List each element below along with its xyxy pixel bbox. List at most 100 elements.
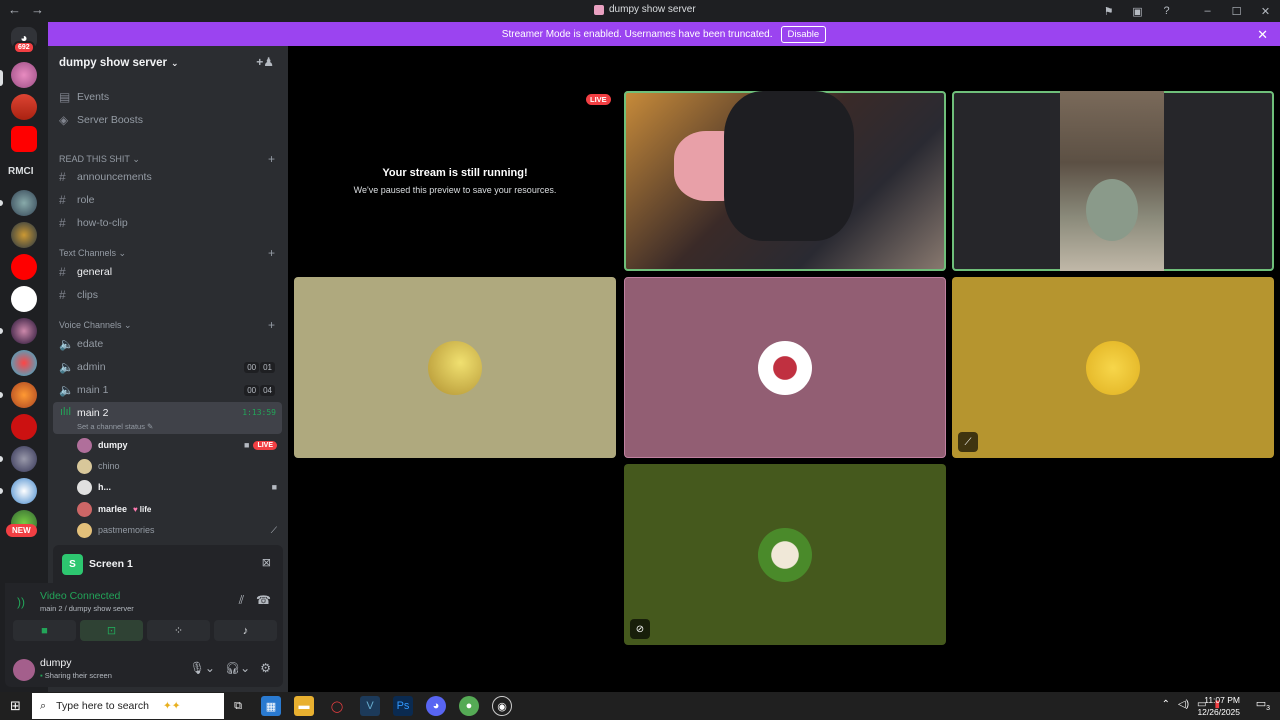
chevron-up-icon[interactable]: ⌃ xyxy=(1162,699,1170,710)
notifications-icon[interactable]: ▭3 xyxy=(1256,697,1270,712)
server-icon-orange[interactable] xyxy=(11,382,37,408)
activities-button[interactable]: ⁘ xyxy=(147,620,210,641)
category-text-channels[interactable]: Text Channels ⌄ + xyxy=(59,246,281,260)
video-tile-dumpy[interactable] xyxy=(624,91,946,271)
disable-button[interactable]: Disable xyxy=(780,25,827,43)
close-window-icon[interactable]: ✕ xyxy=(1251,5,1280,18)
voice-member-h[interactable]: h... ■ xyxy=(77,478,277,496)
add-channel-icon[interactable]: + xyxy=(268,318,275,332)
gear-icon[interactable]: ⚙ xyxy=(260,661,271,675)
voice-connection-panel: )) Video Connected main 2 / dumpy show s… xyxy=(5,583,283,651)
mention-count-badge: 692 xyxy=(13,41,35,54)
invite-icon[interactable]: +♟ xyxy=(256,55,274,69)
minimize-icon[interactable]: – xyxy=(1193,5,1222,17)
voice-status[interactable]: Video Connected xyxy=(40,590,120,602)
server-icon-youtube-2[interactable] xyxy=(11,254,37,280)
avatar-tile-chino[interactable] xyxy=(294,277,616,458)
app-icon-store[interactable]: ▦ xyxy=(261,696,281,716)
channel-clips[interactable]: # clips xyxy=(53,285,281,305)
stop-share-icon[interactable]: ⊠ xyxy=(262,556,271,569)
channel-status[interactable]: Set a channel status ✎ xyxy=(77,422,153,431)
taskbar-apps: ⧉ ▦ ▬ ◯ V Ps ◕ ● ◉ xyxy=(228,696,512,716)
clock[interactable]: 11:07 PM 12/26/2025 xyxy=(1197,694,1240,718)
voice-member-chino[interactable]: chino xyxy=(77,457,277,475)
server-icon-youtube[interactable] xyxy=(11,126,37,152)
channel-how-to-clip[interactable]: # how-to-clip xyxy=(53,213,281,233)
voice-main-1[interactable]: 🔈 main 1 00 04 xyxy=(53,380,281,400)
voice-edate[interactable]: 🔈 edate xyxy=(53,334,281,354)
disconnect-icon[interactable]: ☎ xyxy=(256,593,271,608)
video-tile-h[interactable] xyxy=(952,91,1274,271)
server-icon-anime[interactable] xyxy=(11,318,37,344)
task-view-icon[interactable]: ⧉ xyxy=(228,696,248,716)
server-icon-badge[interactable] xyxy=(11,222,37,248)
obs-icon[interactable]: ◉ xyxy=(492,696,512,716)
server-icon-dumpy[interactable] xyxy=(11,62,37,88)
server-icon-raccoon[interactable] xyxy=(11,190,37,216)
noise-suppression-icon[interactable]: ⫽ xyxy=(239,593,244,608)
server-boosts-row[interactable]: ◈ Server Boosts xyxy=(53,110,281,130)
camera-button[interactable]: ■ xyxy=(13,620,76,641)
folder-icon[interactable]: ▬ xyxy=(294,696,314,716)
server-icon-person[interactable] xyxy=(11,446,37,472)
avatar xyxy=(77,437,92,453)
opera-icon[interactable]: ◯ xyxy=(327,696,347,716)
voice-admin[interactable]: 🔈 admin 00 01 xyxy=(53,357,281,377)
photoshop-icon[interactable]: Ps xyxy=(393,696,413,716)
channel-label: clips xyxy=(77,289,99,301)
channel-role[interactable]: # role xyxy=(53,190,281,210)
server-icon-bfc[interactable] xyxy=(11,414,37,440)
microphone-icon[interactable]: 🎙︎⌄ xyxy=(190,661,215,675)
speaker-icon: 🔈 xyxy=(59,383,74,397)
window-controls: ⚑ ▣ ? – ☐ ✕ xyxy=(1094,0,1280,22)
avatar-tile-marlee[interactable] xyxy=(624,277,946,458)
add-channel-icon[interactable]: + xyxy=(268,246,275,260)
server-icon-lifebuoy[interactable] xyxy=(11,350,37,376)
maximize-icon[interactable]: ☐ xyxy=(1222,5,1251,18)
avatar-tile-extra[interactable]: ⊘ xyxy=(624,464,946,645)
voice-main-2-active[interactable]: ılıl main 2 1:13:59 Set a channel status… xyxy=(53,402,282,434)
server-icon-rmci[interactable]: RMCI xyxy=(8,166,34,177)
voice-member-pastmemories[interactable]: pastmemories ⟋ xyxy=(77,521,277,539)
discord-icon[interactable]: ◕ xyxy=(426,696,446,716)
taskbar-search[interactable]: ⌕ Type here to search ✦✦ xyxy=(32,693,224,719)
live-badge: LIVE xyxy=(586,94,611,105)
app-icon-green[interactable]: ● xyxy=(459,696,479,716)
signal-icon[interactable]: )) xyxy=(17,595,25,609)
add-channel-icon[interactable]: + xyxy=(268,152,275,166)
avatar-tile-pastmemories[interactable]: ⟋ xyxy=(952,277,1274,458)
soundboard-button[interactable]: ♪ xyxy=(214,620,277,641)
forward-arrow-icon[interactable]: → xyxy=(31,2,44,17)
close-icon[interactable]: ✕ xyxy=(1257,27,1268,43)
voice-member-marlee[interactable]: marlee ♥ life xyxy=(77,500,277,518)
help-icon[interactable]: ? xyxy=(1152,5,1181,17)
category-read-this[interactable]: READ THIS SHIT ⌄ + xyxy=(59,152,281,166)
back-arrow-icon[interactable]: ← xyxy=(8,2,21,17)
events-row[interactable]: ▤ Events xyxy=(53,87,281,107)
app-icon-v[interactable]: V xyxy=(360,696,380,716)
voice-member-dumpy[interactable]: dumpy ■ LIVE xyxy=(77,436,277,454)
avatar[interactable] xyxy=(13,659,35,681)
windows-start-icon[interactable]: ⊞ xyxy=(10,698,21,714)
inbox-icon[interactable]: ⚑ xyxy=(1094,5,1123,18)
server-header[interactable]: dumpy show server ⌄ +♟ xyxy=(48,46,288,80)
call-timer: 1:13:59 xyxy=(242,408,276,417)
channel-announcements[interactable]: # announcements xyxy=(53,167,281,187)
server-icon-chart[interactable] xyxy=(11,286,37,312)
user-status: ▪ Sharing their screen xyxy=(40,671,112,680)
category-label: Text Channels xyxy=(59,248,117,258)
category-voice-channels[interactable]: Voice Channels ⌄ + xyxy=(59,318,281,332)
screen-label: Screen 1 xyxy=(89,558,133,570)
paused-subtitle: We've paused this preview to save your r… xyxy=(353,185,557,195)
volume-icon[interactable]: ◁) xyxy=(1178,699,1189,710)
headphones-icon[interactable]: 🎧︎⌄ xyxy=(225,661,250,675)
server-icon-shoe[interactable] xyxy=(11,478,37,504)
screen-icon[interactable]: ▣ xyxy=(1123,5,1152,18)
avatar xyxy=(758,340,812,395)
server-icon-rfc[interactable] xyxy=(11,94,37,120)
screen-share-button[interactable]: ⊡ xyxy=(80,620,143,641)
channel-general[interactable]: # general xyxy=(53,262,281,282)
user-name[interactable]: dumpy xyxy=(40,657,72,669)
avatar xyxy=(77,479,92,495)
voice-location[interactable]: main 2 / dumpy show server xyxy=(40,604,134,613)
